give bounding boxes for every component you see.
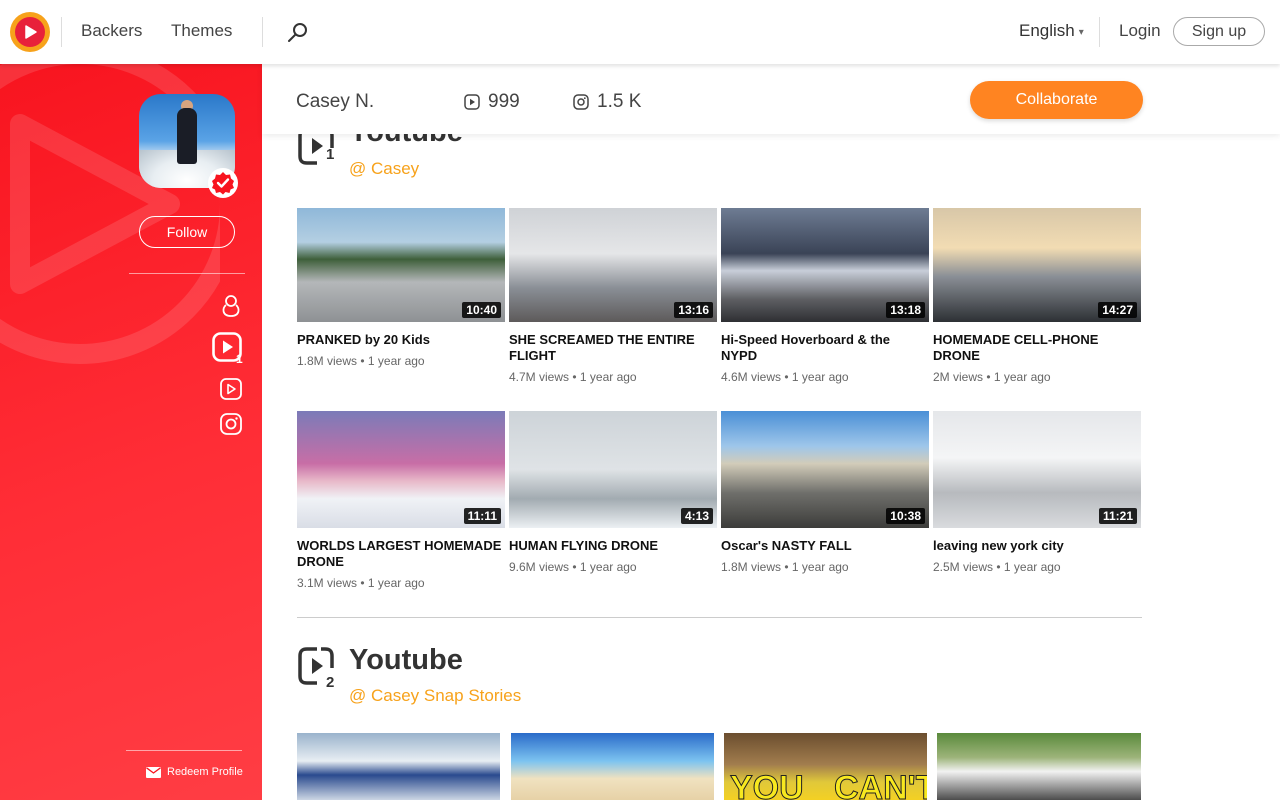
video-thumbnail[interactable]: 10:38: [721, 411, 929, 528]
video-thumbnail[interactable]: 13:16: [509, 208, 717, 322]
video-title[interactable]: Hi-Speed Hoverboard & the NYPD: [721, 332, 929, 364]
youtube-count: 999: [488, 91, 520, 112]
instagram-stat: 1.5 K: [573, 91, 641, 113]
redeem-profile-label: Redeem Profile: [167, 766, 243, 778]
video-thumbnail[interactable]: 14:27: [933, 208, 1141, 322]
video-card[interactable]: 14:27 HOMEMADE CELL-PHONE DRONE 2M views…: [933, 208, 1141, 384]
video-meta: 4.7M views • 1 year ago: [509, 370, 637, 384]
play-logo-icon: [15, 17, 45, 47]
video-thumbnail[interactable]: [937, 733, 1141, 800]
login-link[interactable]: Login: [1119, 21, 1161, 41]
video-duration: 4:13: [680, 508, 713, 524]
chevron-down-icon: ▾: [1078, 26, 1084, 38]
sidebar-divider: [126, 750, 242, 751]
person-icon[interactable]: [219, 294, 243, 318]
video-card[interactable]: [937, 733, 1145, 800]
top-nav: Backers Themes English ▾ Login Sign up: [0, 0, 1280, 64]
video-meta: 9.6M views • 1 year ago: [509, 560, 637, 574]
nav-backers-link[interactable]: Backers: [81, 21, 142, 41]
youtube-icon: [464, 94, 480, 110]
youtube-1-badge: 1: [236, 352, 243, 366]
redeem-profile-link[interactable]: Redeem Profile: [146, 766, 243, 778]
video-duration: 11:11: [463, 508, 501, 524]
video-card[interactable]: 13:18 Hi-Speed Hoverboard & the NYPD 4.6…: [721, 208, 929, 384]
video-card[interactable]: 4:13 HUMAN FLYING DRONE 9.6M views • 1 y…: [509, 411, 717, 574]
video-thumbnail[interactable]: YOU CAN'T: [724, 733, 927, 800]
instagram-icon[interactable]: [219, 412, 243, 436]
nav-divider: [61, 17, 62, 47]
video-card[interactable]: 10:40 PRANKED by 20 Kids 1.8M views • 1 …: [297, 208, 505, 368]
video-thumbnail[interactable]: [297, 733, 500, 800]
video-title[interactable]: PRANKED by 20 Kids: [297, 332, 505, 348]
section-badge: 1: [326, 146, 335, 163]
video-thumbnail[interactable]: 4:13: [509, 411, 717, 528]
thumbnail-text: YOU: [730, 769, 805, 800]
nav-themes-link[interactable]: Themes: [171, 21, 232, 41]
channel-handle-link[interactable]: @ Casey: [349, 159, 419, 179]
youtube-stat: 999: [464, 91, 520, 113]
main-content: 1 Youtube @ Casey 10:40 PRANKED by 20 Ki…: [262, 134, 1280, 800]
video-duration: 11:21: [1098, 508, 1137, 524]
logo[interactable]: [10, 12, 50, 52]
video-card[interactable]: [297, 733, 505, 800]
video-duration: 13:18: [886, 302, 925, 318]
video-meta: 2M views • 1 year ago: [933, 370, 1051, 384]
video-title[interactable]: Oscar's NASTY FALL: [721, 538, 929, 554]
section-divider: [297, 617, 1142, 618]
instagram-count: 1.5 K: [597, 91, 642, 112]
video-duration: 10:38: [886, 508, 925, 524]
thumbnail-text: CAN'T: [834, 769, 927, 800]
mail-icon: [146, 766, 161, 778]
youtube-1-icon[interactable]: 1: [212, 332, 244, 366]
video-duration: 13:16: [674, 302, 713, 318]
video-title[interactable]: SHE SCREAMED THE ENTIRE FLIGHT: [509, 332, 717, 364]
video-title[interactable]: leaving new york city: [933, 538, 1141, 554]
channel-handle-link[interactable]: @ Casey Snap Stories: [349, 686, 521, 706]
section-badge: 2: [326, 674, 335, 691]
instagram-icon: [573, 94, 589, 110]
video-meta: 4.6M views • 1 year ago: [721, 370, 849, 384]
video-card[interactable]: YOU CAN'T: [724, 733, 932, 800]
video-card[interactable]: 10:38 Oscar's NASTY FALL 1.8M views • 1 …: [721, 411, 929, 574]
video-meta: 2.5M views • 1 year ago: [933, 560, 1061, 574]
video-duration: 10:40: [462, 302, 501, 318]
video-card[interactable]: 11:11 WORLDS LARGEST HOMEMADE DRONE 3.1M…: [297, 411, 505, 590]
video-card[interactable]: [511, 733, 719, 800]
search-icon[interactable]: [286, 20, 310, 44]
profile-name: Casey N.: [296, 91, 375, 112]
nav-divider: [262, 17, 263, 47]
youtube-2-icon[interactable]: [219, 377, 243, 401]
signup-button[interactable]: Sign up: [1173, 17, 1265, 46]
video-thumbnail[interactable]: 11:21: [933, 411, 1141, 528]
video-title[interactable]: HUMAN FLYING DRONE: [509, 538, 717, 554]
video-meta: 1.8M views • 1 year ago: [721, 560, 849, 574]
video-thumbnail[interactable]: 13:18: [721, 208, 929, 322]
profile-sidebar: Follow 1 Redeem Profile: [0, 64, 262, 800]
profile-header: Casey N. 999 1.5 K Collaborate: [262, 64, 1280, 134]
video-card[interactable]: 13:16 SHE SCREAMED THE ENTIRE FLIGHT 4.7…: [509, 208, 717, 384]
verified-badge-icon: [208, 168, 238, 198]
video-card[interactable]: 11:21 leaving new york city 2.5M views •…: [933, 411, 1141, 574]
language-select[interactable]: English ▾: [1019, 21, 1084, 41]
video-thumbnail[interactable]: 10:40: [297, 208, 505, 322]
language-label: English: [1019, 21, 1075, 40]
section-title: Youtube: [349, 134, 463, 149]
video-title[interactable]: WORLDS LARGEST HOMEMADE DRONE: [297, 538, 505, 570]
video-title[interactable]: HOMEMADE CELL-PHONE DRONE: [933, 332, 1141, 364]
video-thumbnail[interactable]: [511, 733, 714, 800]
section-title: Youtube: [349, 644, 463, 676]
nav-divider: [1099, 17, 1100, 47]
video-meta: 3.1M views • 1 year ago: [297, 576, 425, 590]
video-thumbnail[interactable]: 11:11: [297, 411, 505, 528]
collaborate-button[interactable]: Collaborate: [970, 81, 1143, 119]
video-duration: 14:27: [1098, 302, 1137, 318]
follow-button[interactable]: Follow: [139, 216, 235, 248]
sidebar-divider: [129, 273, 245, 274]
video-meta: 1.8M views • 1 year ago: [297, 354, 425, 368]
